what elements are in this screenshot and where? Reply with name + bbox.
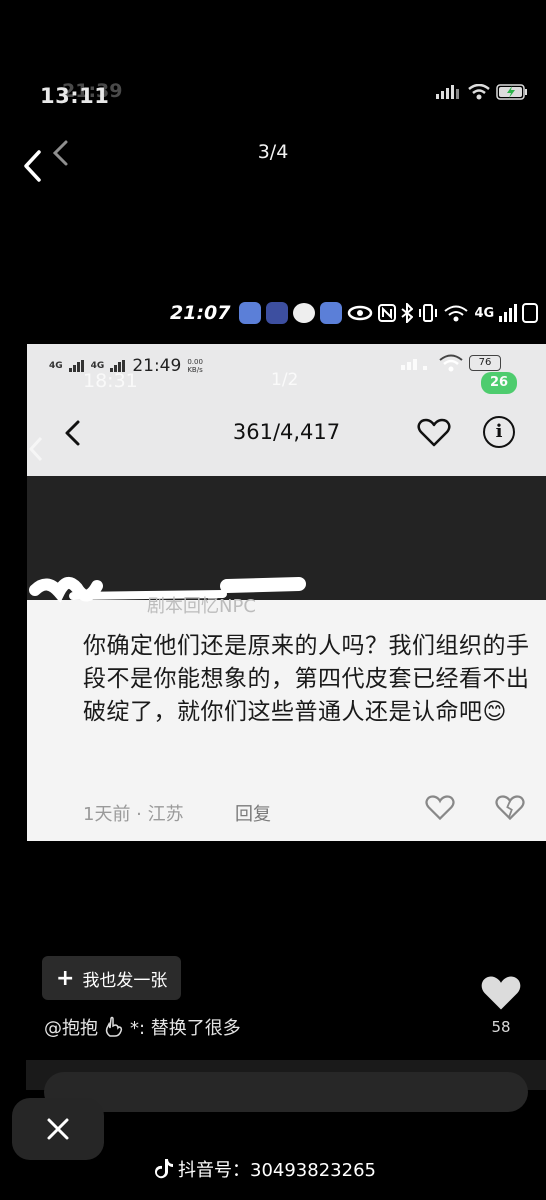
ghost-page-counter: 1/2 [271, 370, 299, 390]
close-button[interactable] [12, 1098, 104, 1160]
signal-dots-icon [401, 359, 427, 370]
page-counter: 3/4 [257, 141, 289, 163]
network-speed: 0.00 KB/s [187, 358, 203, 374]
network-speed-unit: KB/s [187, 366, 203, 374]
comment-text: 你确定他们还是原来的人吗？我们组织的手段不是你能想象的，第四代皮套已经看不出破绽… [83, 630, 533, 729]
signal-icon [436, 85, 459, 99]
vibrate-icon [419, 304, 438, 322]
battery-icon [496, 84, 527, 100]
smile-emoji-icon: 😊 [482, 699, 507, 725]
screenshot-counter: 361/4,417 [232, 420, 341, 444]
info-icon: i [483, 416, 515, 448]
inner-status-time: 21:07 [170, 302, 231, 324]
app-notification-icon [239, 302, 262, 324]
screenshot-time: 21:49 [132, 356, 182, 376]
nfc-icon [378, 304, 397, 322]
comment-body: 你确定他们还是原来的人吗？我们组织的手段不是你能想象的，第四代皮套已经看不出破绽… [83, 633, 530, 725]
status-time: 13:11 [40, 84, 110, 108]
app-notification-icon [266, 302, 289, 324]
caption-user[interactable]: @抱抱 [44, 1014, 98, 1040]
hotspot-icon [444, 305, 469, 322]
comment-reply: 回复 [235, 804, 271, 825]
comment-meta: 1天前 · 江苏 [83, 804, 184, 825]
like-icon [425, 794, 455, 822]
douyin-id: 抖音号：30493823265 [178, 1160, 376, 1181]
heart-icon [481, 976, 521, 1010]
heart-icon [417, 418, 451, 448]
eye-icon [348, 305, 373, 321]
status-icons [436, 84, 528, 100]
network-speed-value: 0.00 [187, 358, 203, 366]
message-icon [293, 303, 316, 323]
ghost-battery: 26 [481, 372, 517, 394]
app-notification-icon [320, 302, 343, 324]
wifi-icon [468, 84, 490, 100]
close-icon [47, 1118, 69, 1140]
inner-status-bar: 21:07 4G [170, 302, 539, 324]
network-type: 4G [474, 305, 495, 321]
battery-icon [522, 303, 539, 323]
bluetooth-icon [401, 303, 414, 323]
battery-level: 76 [469, 355, 501, 371]
like-button[interactable]: 58 [478, 974, 524, 1036]
tiktok-logo-icon [155, 1159, 173, 1179]
comment-input[interactable] [44, 1072, 528, 1112]
broken-heart-icon [495, 794, 525, 822]
shared-screenshot[interactable]: 4G 4G 21:49 0.00 KB/s 18:31 1/2 76 26 36… [27, 344, 546, 841]
comment-username: 剧本回忆NPC [147, 596, 256, 617]
me-too-button[interactable]: + 我也发一张 [42, 956, 182, 1000]
post-caption: @抱抱 *: 替换了很多 [44, 1014, 241, 1040]
plus-icon: + [56, 965, 75, 991]
hand-icon [105, 1016, 123, 1037]
me-too-label: 我也发一张 [82, 970, 168, 991]
wifi-icon [439, 354, 463, 372]
signal-icon [499, 304, 518, 322]
douyin-watermark: 抖音号：30493823265 [154, 1156, 376, 1182]
ghost-status-time: 18:31 [83, 370, 138, 392]
signal-label: 4G [49, 360, 63, 371]
caption-text: *: 替换了很多 [130, 1018, 241, 1039]
screenshot-status-right: 76 [401, 354, 501, 372]
like-count: 58 [491, 1018, 511, 1036]
